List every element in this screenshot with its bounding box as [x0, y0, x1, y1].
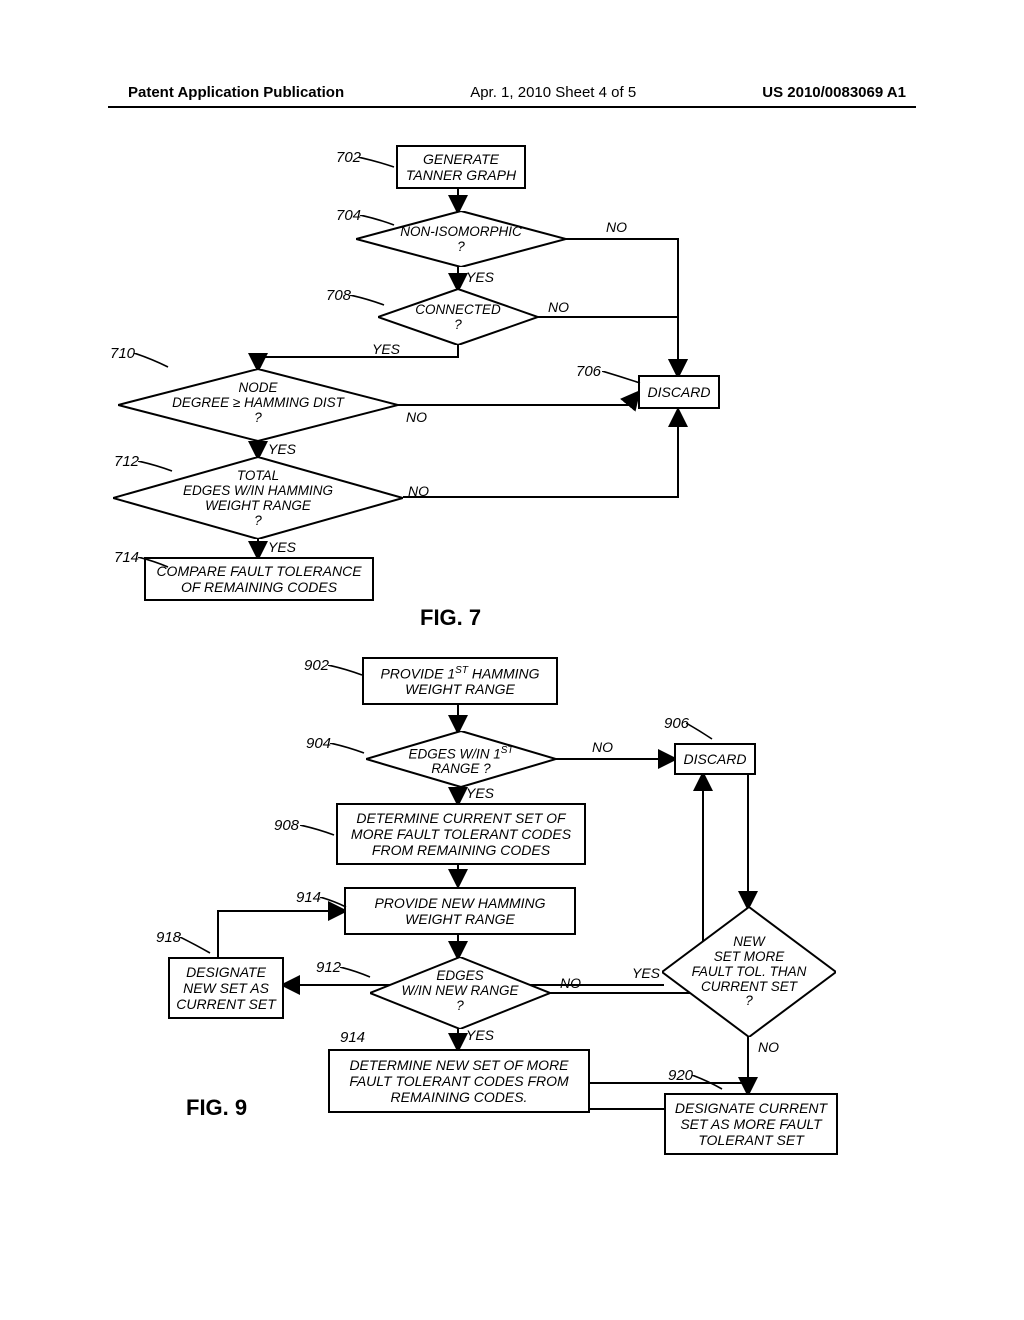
diamond-label: NEWSET MOREFAULT TOL. THANCURRENT SET? — [662, 935, 836, 1009]
label-no: NO — [606, 219, 627, 235]
header-left: Patent Application Publication — [128, 84, 344, 101]
label-no: NO — [548, 299, 569, 315]
ref-918: 918 — [156, 929, 181, 946]
ref-714: 714 — [114, 549, 139, 566]
label-yes: YES — [466, 269, 494, 285]
leader-714 — [138, 557, 172, 571]
ref-704: 704 — [336, 207, 361, 224]
label-yes: YES — [268, 441, 296, 457]
box-determine-new-set: DETERMINE NEW SET OF MOREFAULT TOLERANT … — [328, 1049, 590, 1113]
box-provide-1st-hamming: PROVIDE 1ST HAMMINGWEIGHT RANGE — [362, 657, 558, 705]
box-compare-fault-tolerance: COMPARE FAULT TOLERANCEOF REMAINING CODE… — [144, 557, 374, 601]
label-yes: YES — [466, 1027, 494, 1043]
leader-908 — [300, 825, 338, 839]
diamond-new-set-more: NEWSET MOREFAULT TOL. THANCURRENT SET? — [662, 907, 836, 1037]
ref-912: 912 — [316, 959, 341, 976]
ref-914a: 914 — [296, 889, 321, 906]
label-yes: YES — [268, 539, 296, 555]
box-designate-current-set: DESIGNATE CURRENTSET AS MORE FAULTTOLERA… — [664, 1093, 838, 1155]
label-no: NO — [592, 739, 613, 755]
header-rule — [108, 106, 916, 108]
figure-7-label: FIG. 7 — [420, 605, 481, 631]
leader-914a — [320, 897, 350, 911]
leader-920 — [692, 1075, 726, 1093]
figure-9-label: FIG. 9 — [186, 1095, 247, 1121]
box-label: PROVIDE NEW HAMMINGWEIGHT RANGE — [374, 895, 545, 927]
box-label: PROVIDE 1ST HAMMINGWEIGHT RANGE — [380, 665, 539, 698]
leader-918 — [180, 937, 214, 957]
leader-704 — [360, 215, 396, 229]
box-label: DESIGNATE CURRENTSET AS MORE FAULTTOLERA… — [675, 1100, 827, 1148]
ref-902: 902 — [304, 657, 329, 674]
diamond-edges-1st-range: EDGES W/IN 1STRANGE ? — [366, 731, 556, 787]
box-label: DETERMINE CURRENT SET OFMORE FAULT TOLER… — [351, 810, 571, 858]
box-label: GENERATETANNER GRAPH — [406, 151, 516, 183]
box-label: COMPARE FAULT TOLERANCEOF REMAINING CODE… — [156, 563, 361, 595]
leader-708 — [350, 295, 386, 309]
leader-906 — [686, 723, 716, 743]
diagram-canvas: GENERATETANNER GRAPH 702 NON-ISOMORPHIC?… — [108, 135, 916, 1221]
leader-904 — [330, 743, 366, 757]
diamond-label: NODEDEGREE ≥ HAMMING DIST? — [118, 381, 398, 426]
box-discard-9: DISCARD — [674, 743, 756, 775]
box-label: DISCARD — [647, 384, 710, 400]
box-generate-tanner-graph: GENERATETANNER GRAPH — [396, 145, 526, 189]
diamond-connected: CONNECTED? — [378, 289, 538, 345]
box-label: DISCARD — [683, 751, 746, 767]
label-yes: YES — [632, 965, 660, 981]
label-no: NO — [408, 483, 429, 499]
leader-712 — [138, 461, 174, 475]
box-label: DETERMINE NEW SET OF MOREFAULT TOLERANT … — [349, 1057, 568, 1105]
box-label: DESIGNATENEW SET ASCURRENT SET — [176, 964, 276, 1012]
label-yes: YES — [372, 341, 400, 357]
label-no: NO — [758, 1039, 779, 1055]
header-right: US 2010/0083069 A1 — [762, 84, 906, 101]
ref-710: 710 — [110, 345, 135, 362]
diamond-node-degree: NODEDEGREE ≥ HAMMING DIST? — [118, 369, 398, 441]
box-provide-new-hamming: PROVIDE NEW HAMMINGWEIGHT RANGE — [344, 887, 576, 935]
leader-706 — [602, 371, 642, 387]
label-yes: YES — [466, 785, 494, 801]
box-designate-new-set: DESIGNATENEW SET ASCURRENT SET — [168, 957, 284, 1019]
leader-710 — [134, 353, 170, 371]
diamond-edges-new-range: EDGESW/IN NEW RANGE? — [370, 957, 550, 1029]
ref-920: 920 — [668, 1067, 693, 1084]
page-header: Patent Application Publication Apr. 1, 2… — [0, 84, 1024, 101]
diamond-label: EDGESW/IN NEW RANGE? — [370, 969, 550, 1014]
ref-904: 904 — [306, 735, 331, 752]
ref-706: 706 — [576, 363, 601, 380]
ref-708: 708 — [326, 287, 351, 304]
leader-912 — [340, 967, 374, 981]
box-discard-7: DISCARD — [638, 375, 720, 409]
leader-702 — [358, 157, 396, 171]
ref-908: 908 — [274, 817, 299, 834]
diamond-label: CONNECTED? — [378, 303, 538, 333]
diamond-label: TOTALEDGES W/IN HAMMINGWEIGHT RANGE? — [113, 469, 403, 528]
leader-902 — [328, 665, 364, 679]
ref-914b: 914 — [340, 1029, 365, 1046]
ref-712: 712 — [114, 453, 139, 470]
header-center: Apr. 1, 2010 Sheet 4 of 5 — [470, 84, 636, 101]
label-no: NO — [560, 975, 581, 991]
label-no: NO — [406, 409, 427, 425]
box-determine-current-set: DETERMINE CURRENT SET OFMORE FAULT TOLER… — [336, 803, 586, 865]
diamond-label: NON-ISOMORPHIC? — [356, 225, 566, 255]
